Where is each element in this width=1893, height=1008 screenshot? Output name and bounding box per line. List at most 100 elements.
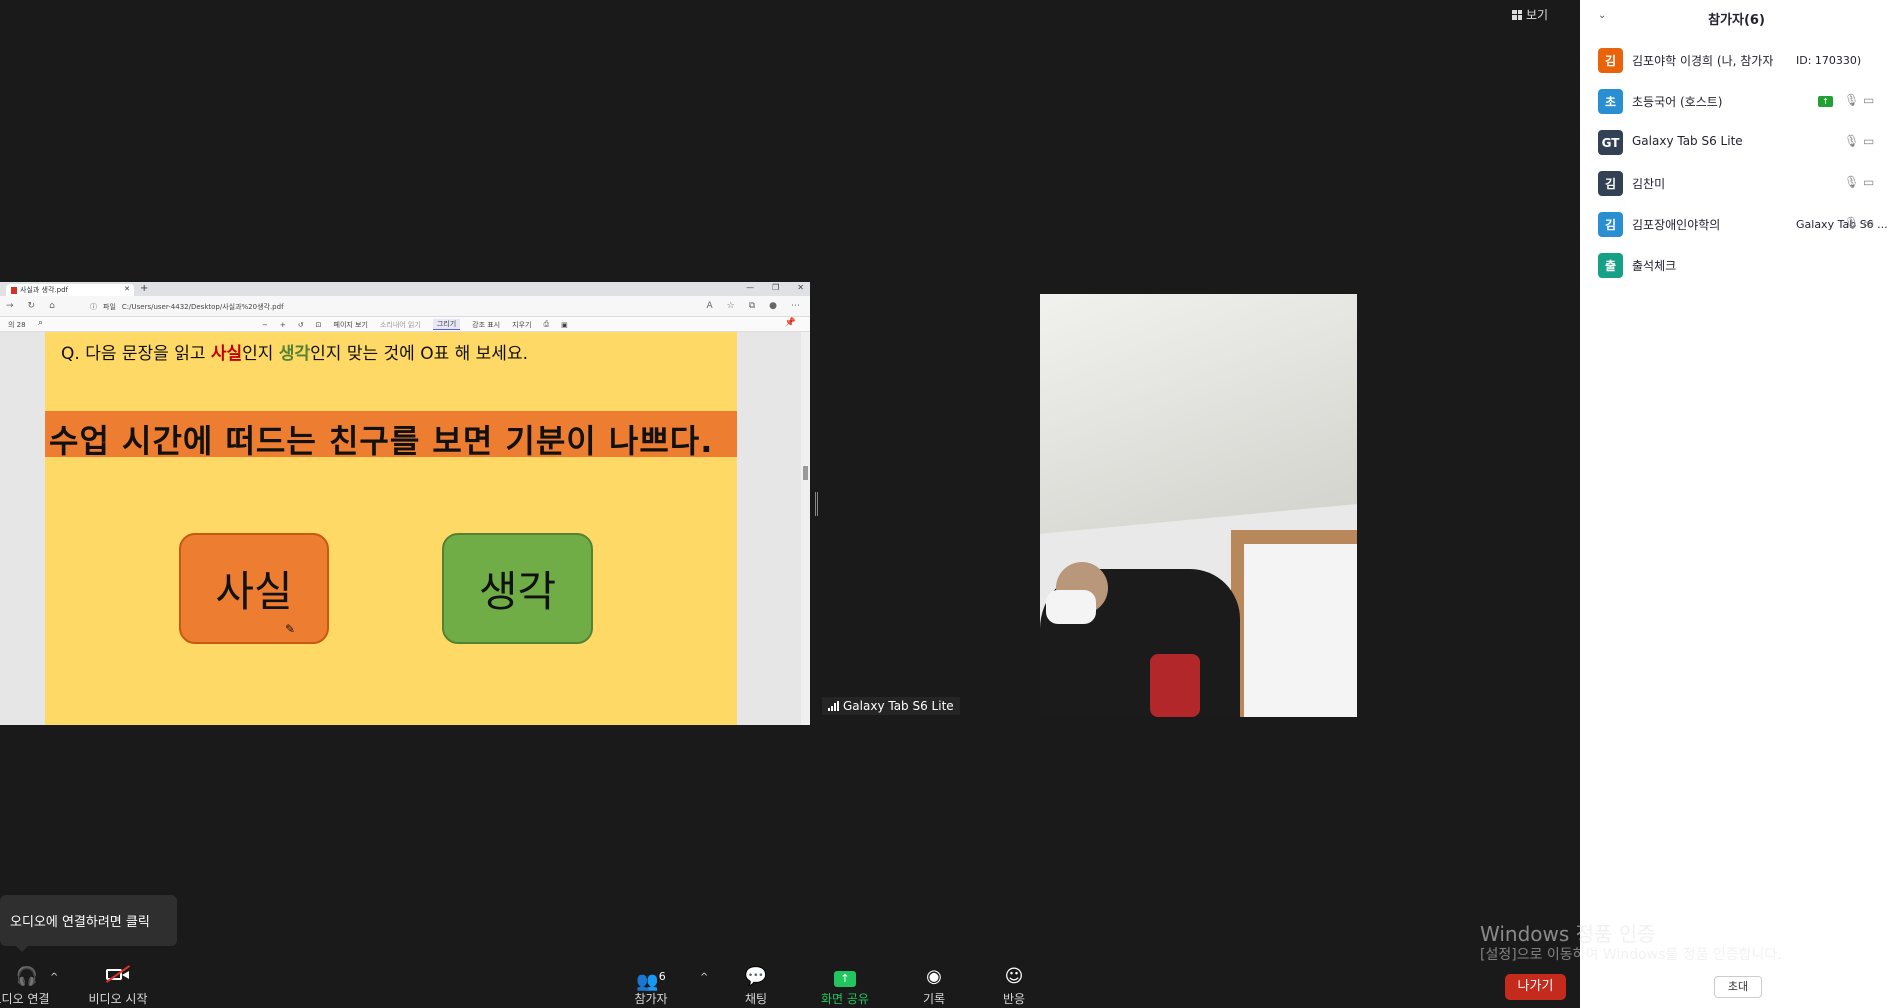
participant-row[interactable]: 김 김포장애인야학의 Galaxy Tab S6 ... 🎙 ▭ xyxy=(1580,204,1893,244)
browser-tab-title: 사실과 생각.pdf xyxy=(20,286,69,294)
camera-off-icon[interactable]: ▭ xyxy=(1863,175,1874,189)
camera-off-icon[interactable]: ▭ xyxy=(1863,216,1874,230)
video-person-mask xyxy=(1046,590,1096,624)
mic-muted-icon[interactable]: 🎙 xyxy=(1844,216,1859,230)
info-icon: ⓘ xyxy=(90,303,97,311)
video-button[interactable]: 비디오 시작 xyxy=(82,965,154,1007)
split-handle[interactable] xyxy=(815,492,818,516)
collections-icon[interactable]: ⧉ xyxy=(749,301,755,311)
video-ceiling xyxy=(1040,294,1357,534)
mic-muted-icon[interactable]: 🎙 xyxy=(1844,134,1859,148)
page-indicator: 의 28 xyxy=(8,321,26,329)
record-icon: ◉ xyxy=(926,966,942,987)
participants-icon: 👥 xyxy=(636,971,659,992)
home-icon[interactable]: ⌂ xyxy=(49,301,55,311)
participants-options-caret-icon[interactable]: ^ xyxy=(700,972,708,983)
camera-off-icon[interactable]: ▭ xyxy=(1863,134,1874,148)
participant-name: 출석체크 xyxy=(1632,259,1677,273)
pdf-toolbar: 의 28 ⌕ − + ↺ ⊡ 페이지 보기 소리내어 읽기 그리기 강조 표시 … xyxy=(0,317,810,332)
chat-button[interactable]: 💬 채팅 xyxy=(736,966,776,1007)
share-screen-label: 화면 공유 xyxy=(821,992,869,1006)
audio-tooltip: 오디오에 연결하려면 클릭 xyxy=(0,895,177,952)
participant-avatar: GT xyxy=(1598,130,1623,155)
new-tab-icon[interactable]: + xyxy=(140,283,148,294)
window-controls: — ❐ ✕ xyxy=(746,283,804,292)
audio-button[interactable]: 🎧 오디오 연결 xyxy=(0,966,56,1007)
participant-name: 김포야학 이경희 (나, 참가자 xyxy=(1632,54,1774,68)
profile-icon[interactable]: ● xyxy=(769,301,777,311)
zoom-in-icon[interactable]: + xyxy=(280,321,286,329)
view-button[interactable]: 보기 xyxy=(1512,6,1548,23)
question-fact-word: 사실 xyxy=(210,344,243,364)
mic-muted-icon[interactable]: 🎙 xyxy=(1844,175,1859,189)
camera-off-icon[interactable]: ▭ xyxy=(1863,93,1874,107)
audio-options-caret-icon[interactable]: ^ xyxy=(50,972,58,983)
participant-row[interactable]: 김 김찬미 🎙 ▭ xyxy=(1580,163,1893,203)
rotate-icon[interactable]: ↺ xyxy=(298,321,304,329)
address-url[interactable]: C:/Users/user-4432/Desktop/사실과%20생각.pdf xyxy=(122,302,284,312)
scrollbar-thumb[interactable] xyxy=(803,466,808,480)
reactions-button-label: 반응 xyxy=(1002,992,1026,1006)
view-button-label: 보기 xyxy=(1526,8,1549,22)
browser-tab[interactable]: 사실과 생각.pdf ✕ xyxy=(6,284,134,296)
opinion-answer-box[interactable]: 생각 xyxy=(442,533,593,644)
mic-muted-icon[interactable]: 🎙 xyxy=(1844,93,1859,107)
pdf-icon xyxy=(11,286,17,294)
emoji-icon: ☺ xyxy=(1004,966,1024,987)
question-suffix: 인지 맞는 것에 O표 해 보세요. xyxy=(310,344,528,364)
fact-answer-box[interactable]: 사실 xyxy=(179,533,329,644)
zoom-out-icon[interactable]: − xyxy=(262,321,268,329)
highlight-button[interactable]: 강조 표시 xyxy=(472,320,500,330)
read-aloud-icon[interactable]: A xyxy=(706,301,712,311)
participant-row[interactable]: GT Galaxy Tab S6 Lite 🎙 ▭ xyxy=(1580,122,1893,162)
read-aloud-button[interactable]: 소리내어 읽기 xyxy=(380,320,421,330)
question-mid: 인지 xyxy=(242,344,279,364)
fit-icon[interactable]: ⊡ xyxy=(316,321,322,329)
print-icon[interactable]: ⎙ xyxy=(543,320,549,329)
video-name-label: Galaxy Tab S6 Lite xyxy=(822,697,960,715)
participant-row[interactable]: 김 김포야학 이경희 (나, 참가자 ID: 170330) xyxy=(1580,40,1893,80)
minimize-icon[interactable]: — xyxy=(746,283,754,292)
question-opinion-word: 생각 xyxy=(278,344,311,364)
leave-button[interactable]: 나가기 xyxy=(1505,974,1566,1000)
participant-row[interactable]: 출 출석체크 xyxy=(1580,245,1893,285)
pin-icon[interactable]: 📌 xyxy=(785,318,796,328)
share-screen-icon: ↑ xyxy=(834,971,856,987)
search-icon[interactable]: ⌕ xyxy=(38,318,43,328)
reactions-button[interactable]: ☺ 반응 xyxy=(994,966,1034,1007)
record-button-label: 기록 xyxy=(922,992,946,1006)
invite-button[interactable]: 초대 xyxy=(1714,976,1762,998)
favorite-icon[interactable]: ☆ xyxy=(727,301,735,311)
chat-button-label: 채팅 xyxy=(744,992,768,1006)
save-icon[interactable]: ▣ xyxy=(561,321,568,329)
share-screen-button[interactable]: ↑ 화면 공유 xyxy=(814,966,876,1007)
address-label: 파일 xyxy=(103,303,116,311)
address-bar: → ↻ ⌂ ⓘ 파일 C:/Users/user-4432/Desktop/사실… xyxy=(0,296,810,317)
record-button[interactable]: ◉ 기록 xyxy=(914,966,954,1007)
participant-row[interactable]: 초 초등국어 (호스트) ↑ 🎙 ▭ xyxy=(1580,81,1893,121)
forward-icon[interactable]: → xyxy=(6,301,14,311)
signal-icon xyxy=(828,701,839,711)
pen-cursor-icon: ✎ xyxy=(285,622,296,636)
erase-button[interactable]: 지우기 xyxy=(512,320,531,330)
participants-button-label: 참가자 xyxy=(634,992,668,1006)
close-window-icon[interactable]: ✕ xyxy=(797,283,804,292)
sharing-icon: ↑ xyxy=(1818,96,1833,107)
participants-header: ⌄ 참가자(6) xyxy=(1580,0,1893,34)
participants-button[interactable]: 👥6 참가자 xyxy=(626,966,676,1007)
shared-screen: 사실과 생각.pdf ✕ + — ❐ ✕ → ↻ ⌂ ⓘ 파일 C:/Users… xyxy=(0,282,810,725)
headphone-icon: 🎧 xyxy=(15,966,39,987)
close-tab-icon[interactable]: ✕ xyxy=(124,285,130,293)
page-view-button[interactable]: 페이지 보기 xyxy=(334,320,368,330)
participant-name: 김찬미 xyxy=(1632,177,1666,191)
participants-panel: ⌄ 참가자(6) 김 김포야학 이경희 (나, 참가자 ID: 170330) 초 초등… xyxy=(1580,0,1893,1008)
activation-watermark-title: Windows 정품 인증 xyxy=(1480,922,1656,946)
participant-avatar: 김 xyxy=(1598,171,1623,196)
draw-button[interactable]: 그리기 xyxy=(432,319,461,330)
more-icon[interactable]: ⋯ xyxy=(791,301,800,311)
maximize-icon[interactable]: ❐ xyxy=(772,283,779,292)
video-door xyxy=(1244,544,1357,717)
pdf-scrollbar[interactable] xyxy=(801,332,810,725)
refresh-icon[interactable]: ↻ xyxy=(28,301,36,311)
participants-title: 참가자(6) xyxy=(1708,13,1765,28)
